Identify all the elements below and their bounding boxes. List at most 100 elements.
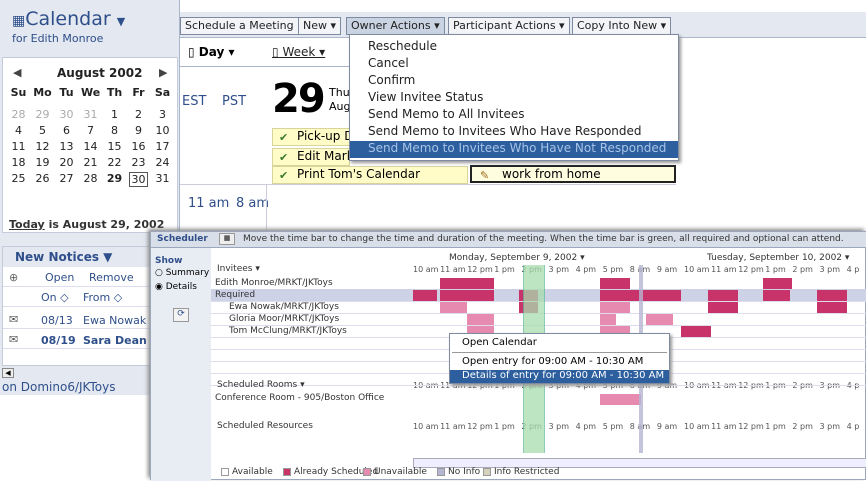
legend-item: Info Restricted — [483, 467, 559, 477]
horizontal-scrollbar[interactable] — [413, 458, 866, 468]
day-cell[interactable]: 4 — [9, 124, 28, 137]
busy-block — [708, 302, 739, 313]
day-cell[interactable]: 27 — [57, 172, 76, 185]
weekday-header: Tu — [59, 86, 74, 99]
day1-header[interactable]: Monday, September 9, 2002 ▾ — [449, 253, 585, 263]
chair-row[interactable]: Edith Monroe/MRKT/JKToys — [215, 278, 333, 288]
notice-from: Sara Dean — [83, 334, 147, 347]
chevron-down-icon[interactable]: ▼ — [103, 250, 112, 264]
day-cell[interactable]: 28 — [81, 172, 100, 185]
day-cell[interactable]: 1 — [105, 108, 124, 121]
hour-label: 5 pm — [602, 422, 624, 431]
day-cell[interactable]: 25 — [9, 172, 28, 185]
day-cell[interactable]: 10 — [153, 124, 172, 137]
invitee-row[interactable]: Gloria Moor/MRKT/JKToys — [229, 314, 339, 324]
day-cell[interactable]: 9 — [129, 124, 148, 137]
open-entry-item[interactable]: Open entry for 09:00 AM - 10:30 AM — [462, 356, 643, 367]
day-cell[interactable]: 15 — [105, 140, 124, 153]
tab-day[interactable]: ▯ Day ▾ — [188, 45, 235, 67]
invitee-row[interactable]: Tom McClung/MRKT/JKToys — [229, 326, 347, 336]
owner-actions-button[interactable]: Owner Actions ▾ — [346, 17, 445, 35]
menu-item-memo-not-responded[interactable]: Send Memo to Invitees Who Have Not Respo… — [350, 141, 678, 158]
day-cell[interactable]: 3 — [153, 108, 172, 121]
remove-button[interactable]: Remove — [89, 271, 134, 284]
refresh-icon[interactable]: ⟳ — [173, 308, 189, 322]
hour-label: 5 pm — [602, 265, 624, 274]
busy-block — [599, 278, 630, 289]
day-cell[interactable]: 29 — [105, 172, 124, 185]
today-link[interactable]: Today — [9, 218, 45, 231]
hour-label: 3 pm — [819, 422, 841, 431]
invitees-label[interactable]: Invitees ▾ — [217, 264, 260, 274]
appointment[interactable]: ✔ Print Tom's Calendar — [272, 166, 468, 184]
weekday-header: Su — [10, 86, 27, 99]
day-cell[interactable]: 20 — [57, 156, 76, 169]
day-cell[interactable]: 21 — [81, 156, 100, 169]
day-cell[interactable]: 18 — [9, 156, 28, 169]
prev-month-arrow-icon[interactable]: ◀ — [13, 66, 21, 79]
room-row[interactable]: Conference Room - 905/Boston Office — [215, 393, 384, 403]
scroll-left-button[interactable]: ◀ — [2, 368, 14, 378]
day-cell[interactable]: 29 — [33, 108, 52, 121]
details-radio[interactable]: ◉ Details — [155, 282, 197, 292]
day-cell[interactable]: 26 — [33, 172, 52, 185]
chevron-down-icon[interactable]: ▼ — [117, 15, 125, 28]
day-cell[interactable]: 6 — [57, 124, 76, 137]
day-cell[interactable]: 31 — [81, 108, 100, 121]
day-cell[interactable]: 17 — [153, 140, 172, 153]
column-from[interactable]: From ◇ — [83, 291, 122, 304]
day-cell[interactable]: 5 — [33, 124, 52, 137]
day-cell[interactable]: 8 — [105, 124, 124, 137]
open-button[interactable]: Open — [45, 271, 74, 284]
day-cell[interactable]: 7 — [81, 124, 100, 137]
menu-item-reschedule[interactable]: Reschedule — [368, 39, 437, 53]
summary-radio[interactable]: ○ Summary — [155, 268, 209, 278]
day-cell[interactable]: 11 — [9, 140, 28, 153]
open-calendar-item[interactable]: Open Calendar — [462, 337, 537, 348]
invitee-row[interactable]: Ewa Nowak/MRKT/JKToys — [229, 302, 339, 312]
rooms-label[interactable]: Scheduled Rooms ▾ — [217, 380, 305, 390]
schedule-meeting-button[interactable]: Schedule a Meeting — [180, 17, 299, 35]
day-cell[interactable]: 30 — [57, 108, 76, 121]
hour-label: 3 pm — [548, 422, 570, 431]
participant-actions-button[interactable]: Participant Actions ▾ — [448, 17, 570, 35]
day-cell[interactable]: 31 — [153, 172, 172, 185]
appointment[interactable]: ✔ Pick-up D — [272, 128, 350, 146]
next-month-arrow-icon[interactable]: ▶ — [159, 66, 167, 79]
day-cell[interactable]: 30 — [129, 172, 148, 187]
checkmark-icon: ✔ — [279, 151, 289, 164]
copy-into-new-button[interactable]: Copy Into New ▾ — [572, 17, 672, 35]
hour-label: 11 am — [711, 265, 737, 274]
required-row[interactable]: Required — [215, 290, 255, 300]
day2-header[interactable]: Tuesday, September 10, 2002 ▾ — [707, 253, 849, 263]
day-cell[interactable]: 28 — [9, 108, 28, 121]
day-cell[interactable]: 16 — [129, 140, 148, 153]
day-cell[interactable]: 14 — [81, 140, 100, 153]
menu-item-view-invitee-status[interactable]: View Invitee Status — [368, 90, 483, 104]
appointment[interactable]: ✔ Edit Mark — [272, 148, 350, 166]
day-cell[interactable]: 2 — [129, 108, 148, 121]
tab-week[interactable]: ▯ Week ▾ — [272, 45, 325, 67]
menu-item-confirm[interactable]: Confirm — [368, 73, 415, 87]
menu-item-cancel[interactable]: Cancel — [368, 56, 409, 70]
day-cell[interactable]: 13 — [57, 140, 76, 153]
hour-label: 3 pm — [548, 265, 570, 274]
day-cell[interactable]: 12 — [33, 140, 52, 153]
envelope-icon: ✉ — [9, 333, 19, 346]
appointment-selected[interactable]: ✎ work from home — [470, 165, 676, 183]
column-on[interactable]: On ◇ — [41, 291, 69, 304]
menu-item-memo-all[interactable]: Send Memo to All Invitees — [368, 107, 524, 121]
new-button[interactable]: New ▾ — [298, 17, 342, 35]
scheduler-options-icon[interactable]: ▦ — [219, 233, 235, 245]
busy-block — [467, 314, 495, 325]
details-entry-item[interactable]: Details of entry for 09:00 AM - 10:30 AM — [450, 370, 669, 383]
menu-item-memo-responded[interactable]: Send Memo to Invitees Who Have Responded — [368, 124, 642, 138]
day-cell[interactable]: 23 — [129, 156, 148, 169]
resources-label: Scheduled Resources — [217, 421, 313, 431]
checkmark-icon: ✔ — [279, 169, 289, 182]
day-cell[interactable]: 22 — [105, 156, 124, 169]
time-label: 8 am — [236, 196, 270, 211]
day-cell[interactable]: 19 — [33, 156, 52, 169]
day-cell[interactable]: 24 — [153, 156, 172, 169]
calendar-title[interactable]: ▦Calendar ▼ — [12, 8, 125, 30]
